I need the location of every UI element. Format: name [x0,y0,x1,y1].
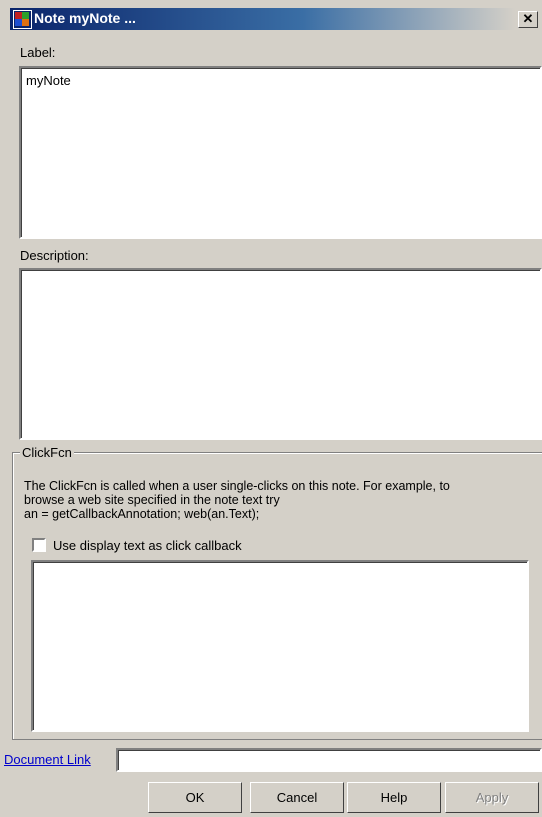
clickfcn-callback-input[interactable] [31,560,529,732]
window-title: Note myNote ... [34,10,136,26]
cancel-button[interactable]: Cancel [250,782,344,813]
clickfcn-description-line2: browse a web site specified in the note … [24,493,280,507]
description-input[interactable] [19,268,542,440]
clickfcn-description: The ClickFcn is called when a user singl… [24,479,529,521]
app-icon [13,10,32,29]
ok-button[interactable]: OK [148,782,242,813]
clickfcn-group-title: ClickFcn [20,445,74,460]
label-input[interactable]: myNote [19,66,542,239]
display-text-callback-checkbox[interactable] [32,538,46,552]
apply-button[interactable]: Apply [445,782,539,813]
label-field-label: Label: [20,45,56,60]
label-input-value: myNote [26,73,71,88]
display-text-callback-label[interactable]: Use display text as click callback [53,538,242,553]
close-icon[interactable]: ✕ [518,11,538,28]
clickfcn-description-line1: The ClickFcn is called when a user singl… [24,479,450,493]
document-link-input[interactable] [116,748,542,772]
document-link[interactable]: Document Link [4,752,91,767]
help-button[interactable]: Help [347,782,441,813]
clickfcn-description-line3: an = getCallbackAnnotation; web(an.Text)… [24,507,260,521]
description-field-label: Description: [20,248,89,263]
